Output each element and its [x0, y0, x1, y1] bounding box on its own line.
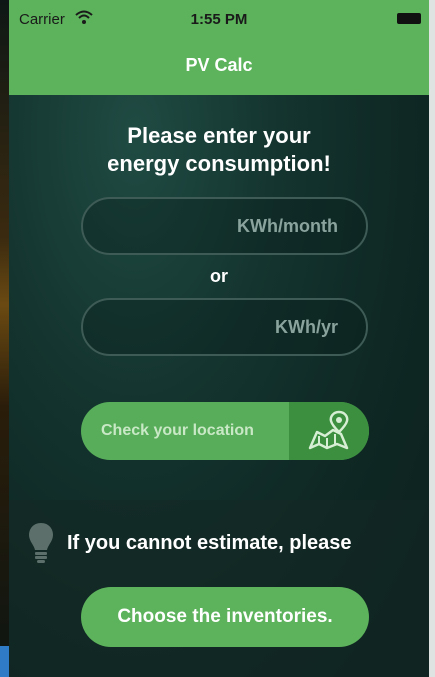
app-screen: Carrier 1:55 PM PV Calc Please enter you… [9, 0, 429, 677]
monthly-unit-placeholder: KWh/month [237, 216, 338, 236]
check-location-button[interactable]: Check your location [81, 402, 369, 460]
yearly-unit-placeholder: KWh/yr [275, 317, 338, 337]
lightbulb-icon [29, 523, 53, 563]
check-location-label: Check your location [101, 422, 254, 439]
prompt-line-2: energy consumption! [107, 151, 331, 176]
left-edge-artifact [0, 0, 9, 677]
map-pin-icon [308, 410, 349, 450]
tip-text: If you cannot estimate, please [67, 532, 352, 554]
prompt-line-1: Please enter your [127, 123, 311, 148]
or-separator: or [210, 266, 228, 286]
battery-icon [397, 13, 421, 24]
consumption-prompt: Please enter your energy consumption! [49, 122, 389, 178]
status-bar: Carrier 1:55 PM [9, 0, 429, 40]
left-edge-blue-artifact [0, 646, 9, 677]
header-bar: Carrier 1:55 PM PV Calc [9, 0, 429, 95]
page-title: PV Calc [185, 55, 253, 75]
status-time: 1:55 PM [190, 11, 248, 28]
right-edge-artifact [429, 0, 435, 677]
monthly-consumption-input[interactable]: KWh/month [81, 197, 368, 255]
map-button[interactable] [289, 402, 369, 460]
yearly-consumption-input[interactable]: KWh/yr [81, 298, 368, 356]
choose-inventories-button[interactable]: Choose the inventories. [81, 587, 369, 647]
